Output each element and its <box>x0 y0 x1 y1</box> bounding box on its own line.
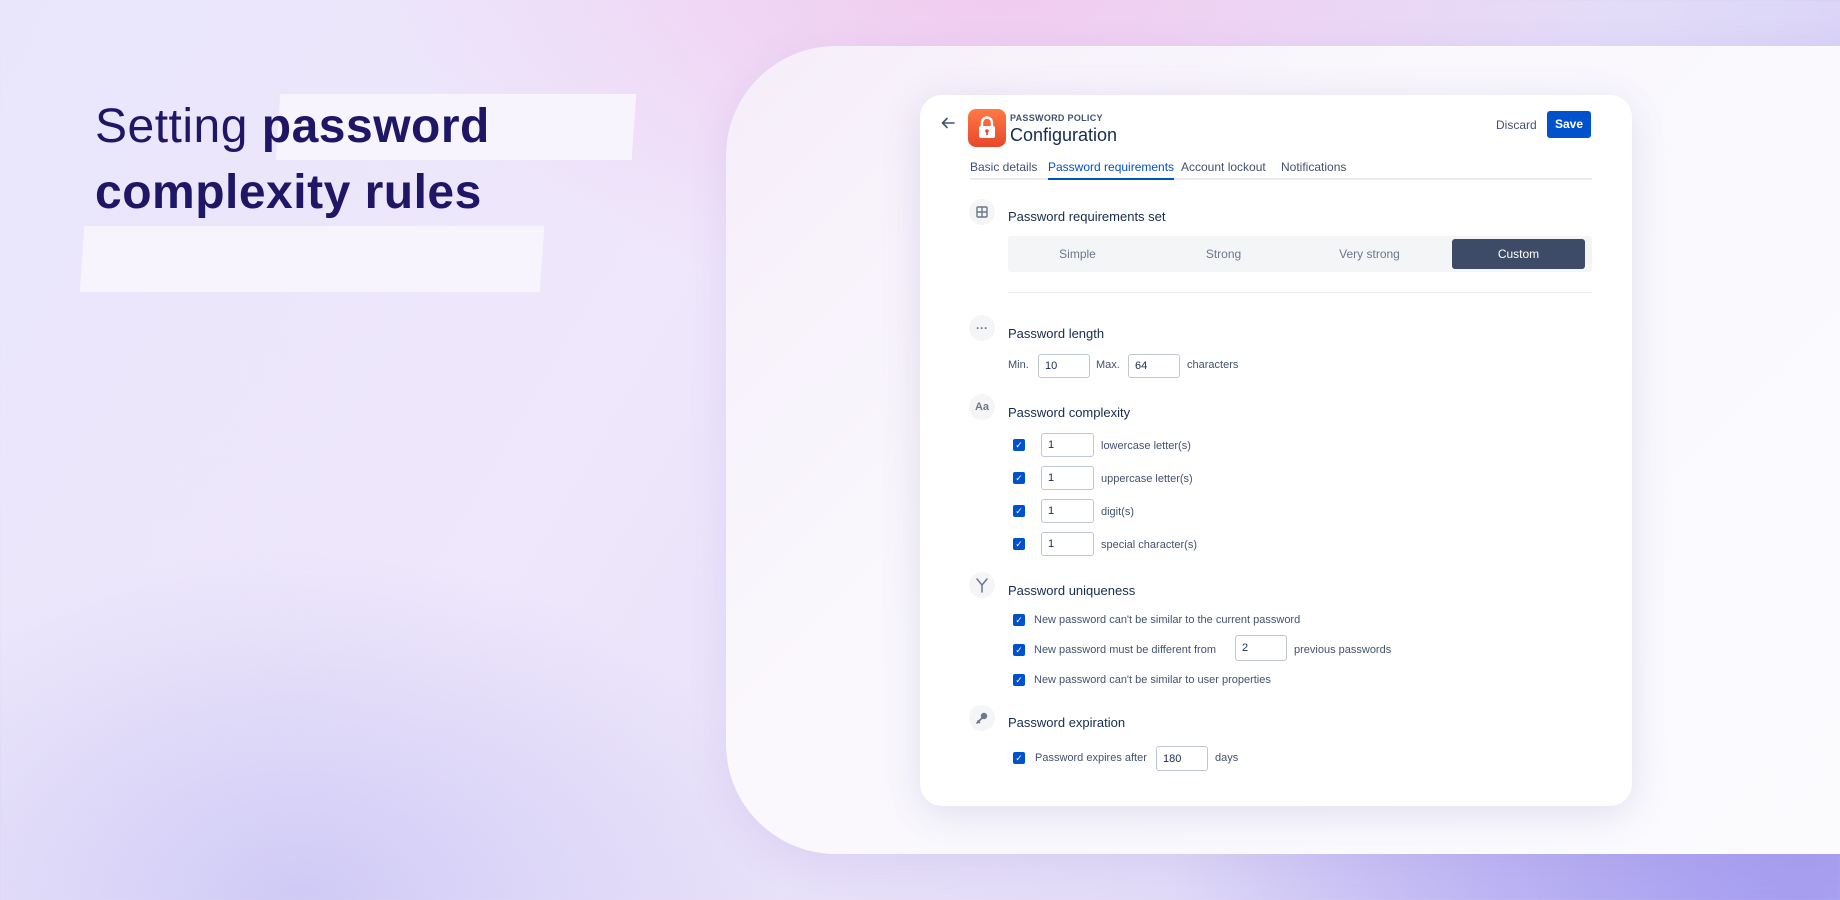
page-title: Configuration <box>1010 125 1118 145</box>
expires-checkbox[interactable]: ✓ <box>1013 752 1025 764</box>
expiration-days-input[interactable] <box>1156 746 1208 771</box>
option-very-strong[interactable]: Very strong <box>1303 239 1436 269</box>
tab-notifications[interactable]: Notifications <box>1281 160 1346 180</box>
headline-line-1: Setting password <box>78 94 637 160</box>
lowercase-count-input[interactable] <box>1041 433 1094 457</box>
lowercase-label: lowercase letter(s) <box>1101 440 1191 452</box>
option-strong[interactable]: Strong <box>1157 239 1290 269</box>
ellipsis-icon: ··· <box>969 315 995 341</box>
grid-icon <box>969 199 995 225</box>
password-uniqueness-title: Password uniqueness <box>1008 583 1136 598</box>
tab-account-lockout[interactable]: Account lockout <box>1181 160 1266 180</box>
not-similar-current-label: New password can't be similar to the cur… <box>1034 614 1301 626</box>
option-custom[interactable]: Custom <box>1452 239 1585 269</box>
special-char-checkbox[interactable]: ✓ <box>1013 538 1025 550</box>
password-complexity-title: Password complexity <box>1008 405 1131 420</box>
not-similar-current-checkbox[interactable]: ✓ <box>1013 614 1025 626</box>
special-char-count-input[interactable] <box>1041 532 1094 556</box>
page-subtitle: PASSWORD POLICY <box>1010 113 1103 123</box>
digit-count-input[interactable] <box>1041 499 1094 523</box>
save-button[interactable]: Save <box>1547 111 1591 138</box>
characters-label: characters <box>1187 359 1239 371</box>
headline: Setting password complexity rules <box>78 94 637 292</box>
previous-passwords-input[interactable] <box>1235 635 1287 661</box>
tab-password-requirements[interactable]: Password requirements <box>1048 160 1175 180</box>
lowercase-checkbox[interactable]: ✓ <box>1013 439 1025 451</box>
requirements-set-title: Password requirements set <box>1008 209 1166 224</box>
tab-bar: Basic details Password requirements Acco… <box>970 160 1592 180</box>
not-similar-properties-checkbox[interactable]: ✓ <box>1013 674 1025 686</box>
max-length-input[interactable] <box>1128 354 1180 378</box>
headline-bold-text-2: complexity rules <box>95 166 482 219</box>
headline-line-2: complexity rules <box>78 160 545 292</box>
tab-basic-details[interactable]: Basic details <box>970 160 1037 180</box>
digit-label: digit(s) <box>1101 506 1135 518</box>
password-policy-panel: PASSWORD POLICY Configuration Discard Sa… <box>920 95 1632 806</box>
password-length-title: Password length <box>1008 326 1105 341</box>
headline-light-text: Setting <box>95 100 248 153</box>
back-arrow-icon[interactable] <box>940 115 960 135</box>
option-simple[interactable]: Simple <box>1011 239 1144 269</box>
expires-after-label: Password expires after <box>1035 752 1147 764</box>
days-label: days <box>1215 752 1239 764</box>
panel-header: PASSWORD POLICY Configuration Discard Sa… <box>920 95 1632 155</box>
uppercase-checkbox[interactable]: ✓ <box>1013 472 1025 484</box>
uppercase-label: uppercase letter(s) <box>1101 473 1193 485</box>
different-previous-label: New password must be different from <box>1034 644 1216 656</box>
lock-app-icon <box>968 109 1006 147</box>
different-previous-checkbox[interactable]: ✓ <box>1013 644 1025 656</box>
digit-checkbox[interactable]: ✓ <box>1013 505 1025 517</box>
password-expiration-title: Password expiration <box>1008 715 1126 730</box>
requirements-set-selector: Simple Strong Very strong Custom <box>1008 236 1592 272</box>
branch-icon <box>969 572 995 598</box>
min-length-input[interactable] <box>1038 354 1090 378</box>
key-icon <box>969 705 995 731</box>
section-divider <box>1008 292 1592 293</box>
previous-passwords-label: previous passwords <box>1294 644 1392 656</box>
text-case-icon: Aa <box>969 394 995 420</box>
special-char-label: special character(s) <box>1101 539 1197 551</box>
not-similar-properties-label: New password can't be similar to user pr… <box>1034 674 1271 686</box>
max-label: Max. <box>1096 359 1120 371</box>
headline-bold-text-1: password <box>261 100 490 153</box>
min-label: Min. <box>1008 359 1029 371</box>
discard-button[interactable]: Discard <box>1488 112 1545 138</box>
uppercase-count-input[interactable] <box>1041 466 1094 490</box>
